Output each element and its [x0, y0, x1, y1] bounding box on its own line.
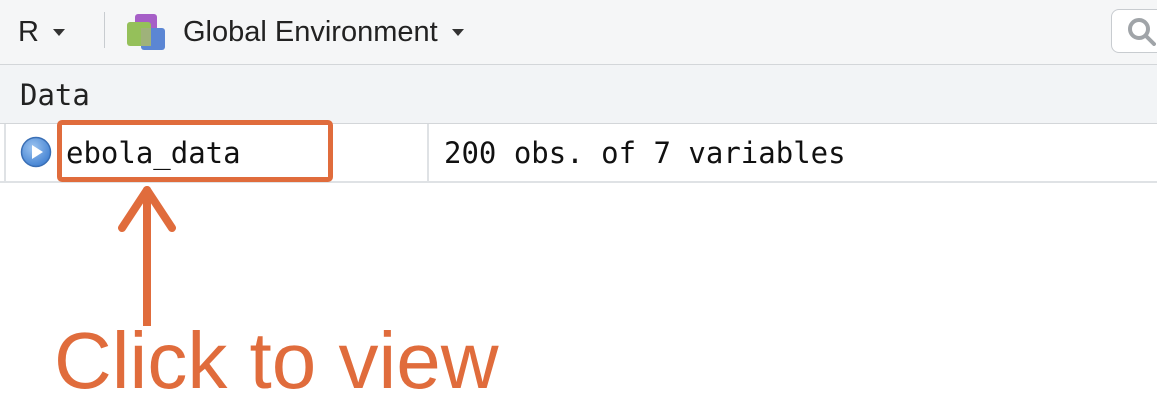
annotation-label: Click to view	[54, 316, 499, 405]
environment-icon	[127, 14, 165, 50]
environment-label: Global Environment	[183, 15, 438, 48]
search-input[interactable]	[1111, 9, 1157, 53]
search-icon	[1128, 18, 1156, 46]
chevron-down-icon	[52, 28, 65, 36]
highlight-box	[57, 120, 333, 182]
variable-value: 200 obs. of 7 variables	[444, 136, 846, 170]
row-border	[4, 124, 6, 181]
expand-arrow-icon[interactable]	[20, 136, 52, 168]
environment-toolbar: R Global Environment	[0, 0, 1157, 65]
chevron-down-icon	[451, 28, 464, 36]
language-label: R	[18, 15, 39, 48]
language-dropdown[interactable]: R	[18, 0, 65, 64]
toolbar-divider	[104, 12, 105, 48]
environment-dropdown[interactable]: Global Environment	[125, 0, 464, 64]
section-title: Data	[20, 78, 90, 112]
up-arrow-icon	[118, 186, 176, 326]
column-divider	[427, 124, 429, 181]
data-section-header: Data	[0, 65, 1157, 124]
